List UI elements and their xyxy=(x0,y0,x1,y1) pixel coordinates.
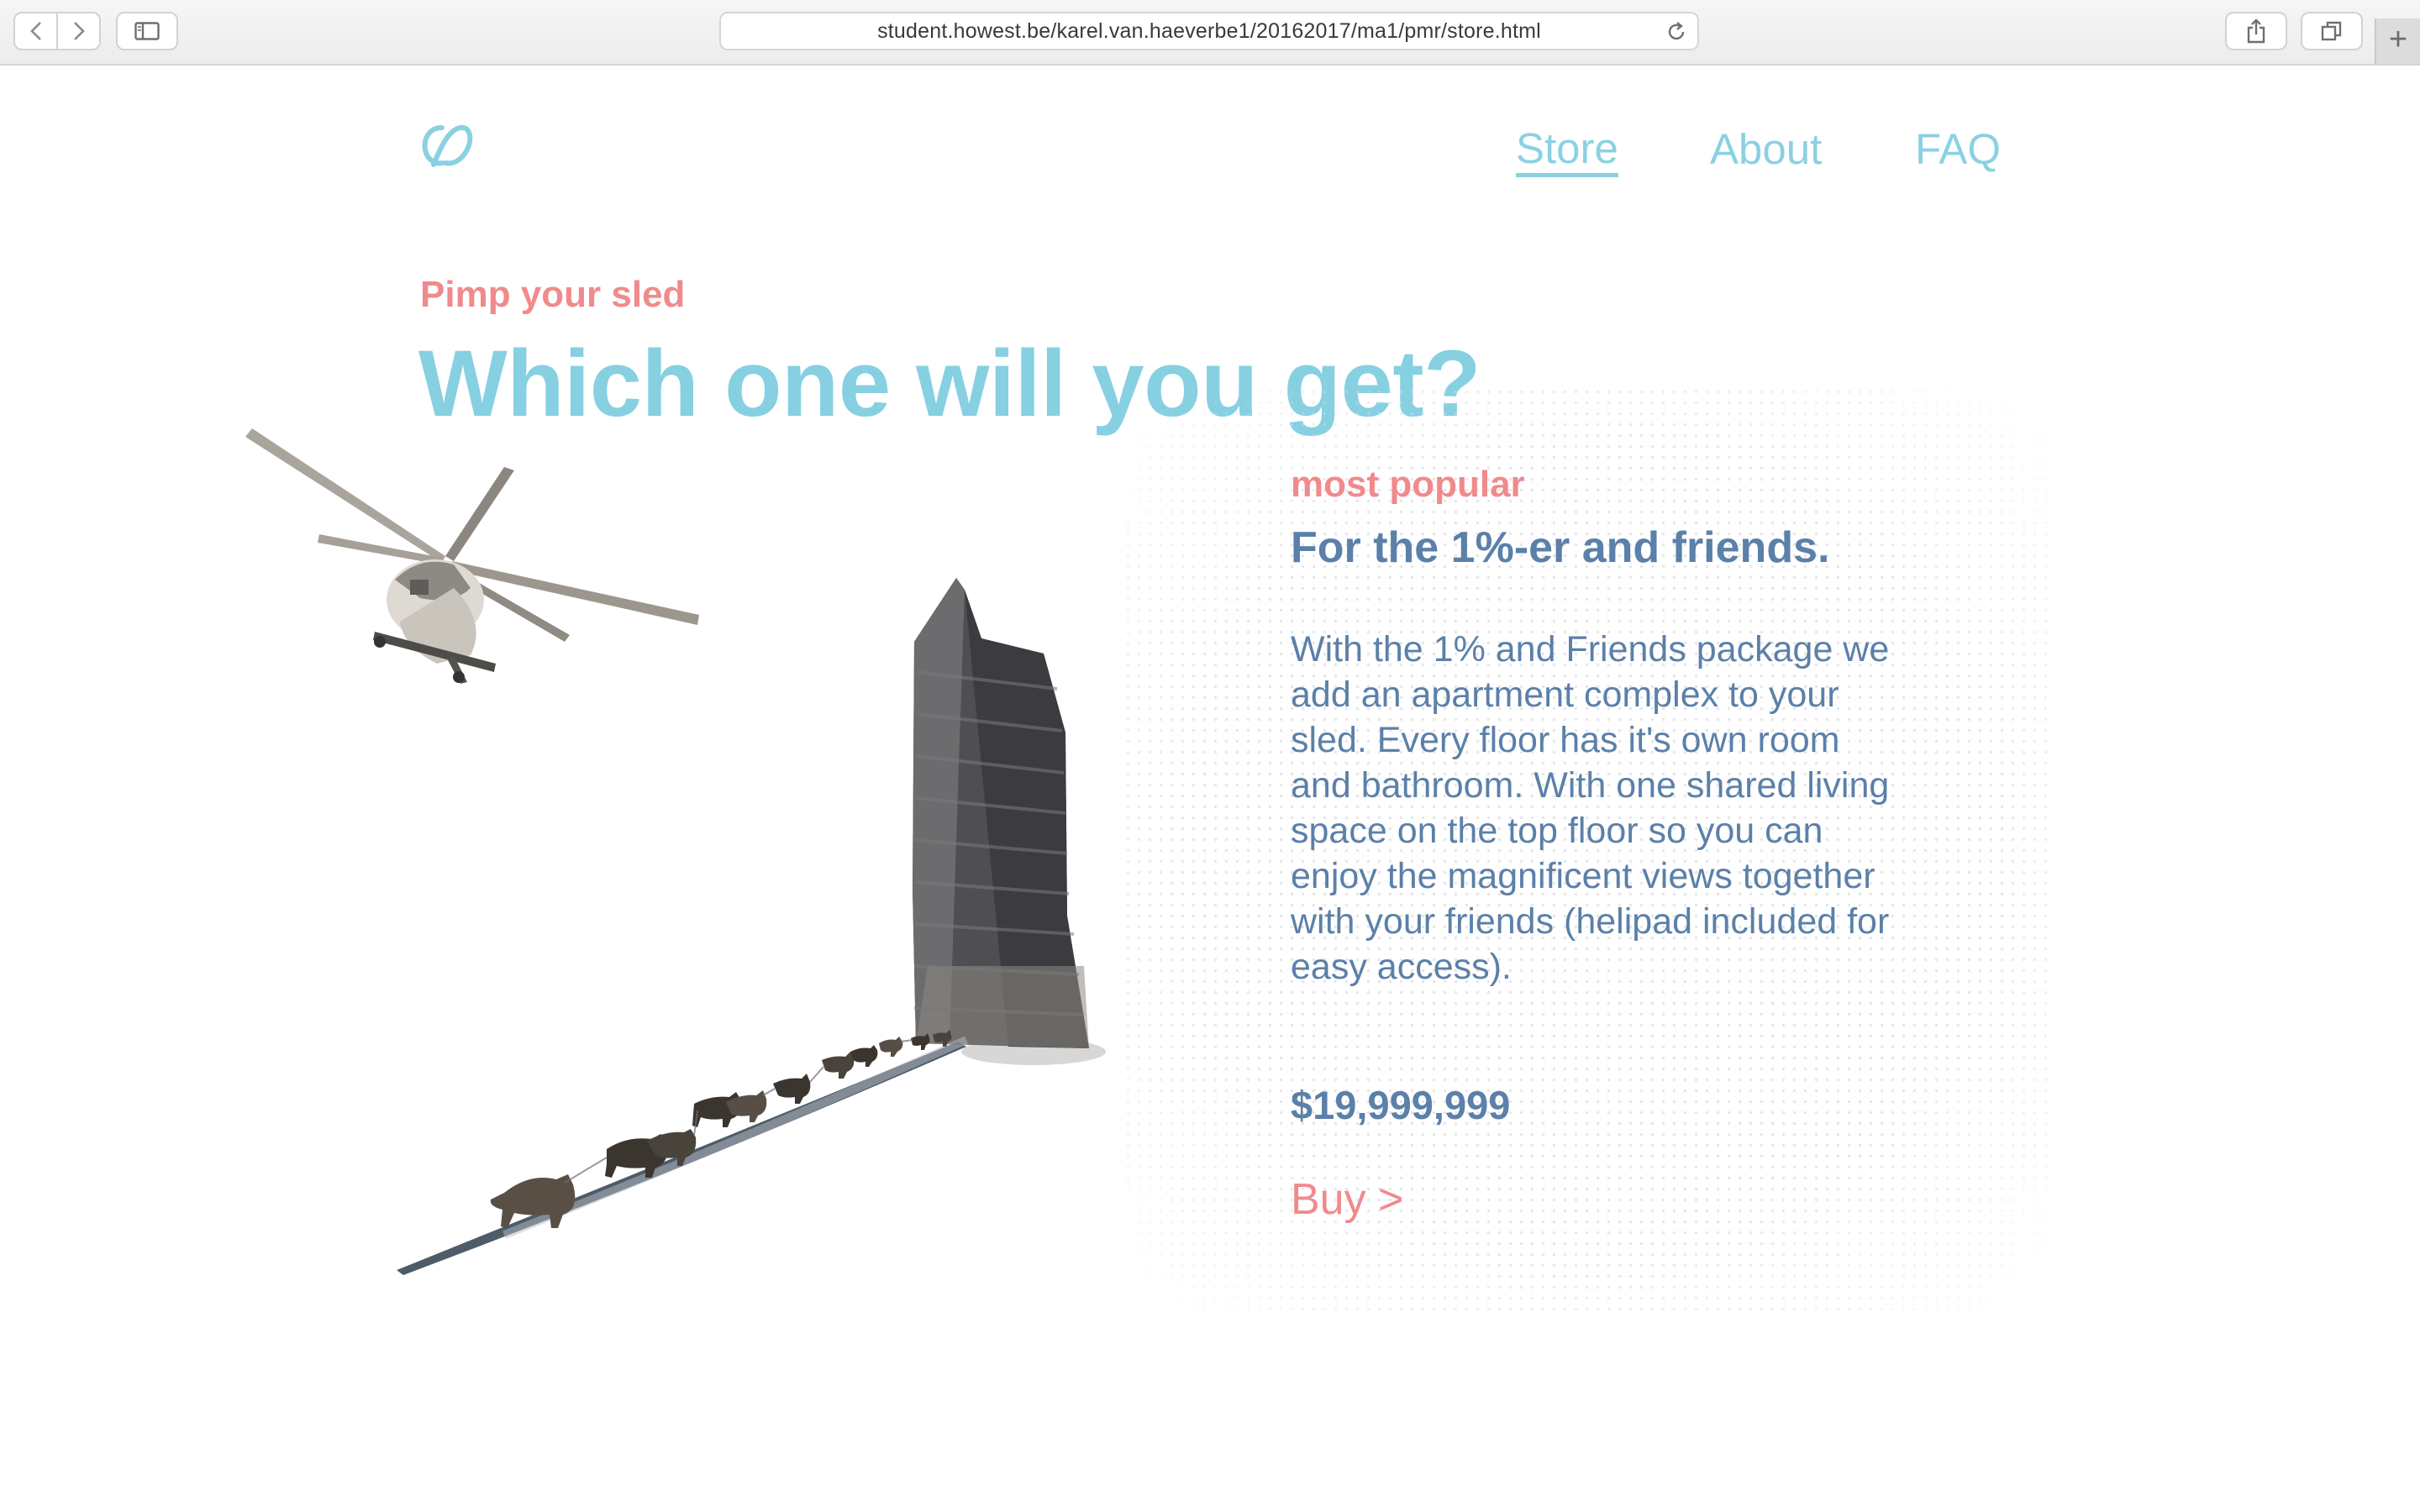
plan-description: With the 1% and Friends package we add a… xyxy=(1291,629,1890,987)
sled-dogs-image xyxy=(490,1030,952,1228)
plan-title: For the 1%-er and friends. xyxy=(1291,523,1830,572)
helicopter-image xyxy=(245,428,699,684)
plan-price: $19,999,999 xyxy=(1291,1083,1511,1127)
sled-illustration xyxy=(245,428,1106,1275)
popular-badge: most popular xyxy=(1291,464,1525,505)
tower-image xyxy=(913,578,1106,1065)
buy-button[interactable]: Buy > xyxy=(1291,1174,1403,1225)
